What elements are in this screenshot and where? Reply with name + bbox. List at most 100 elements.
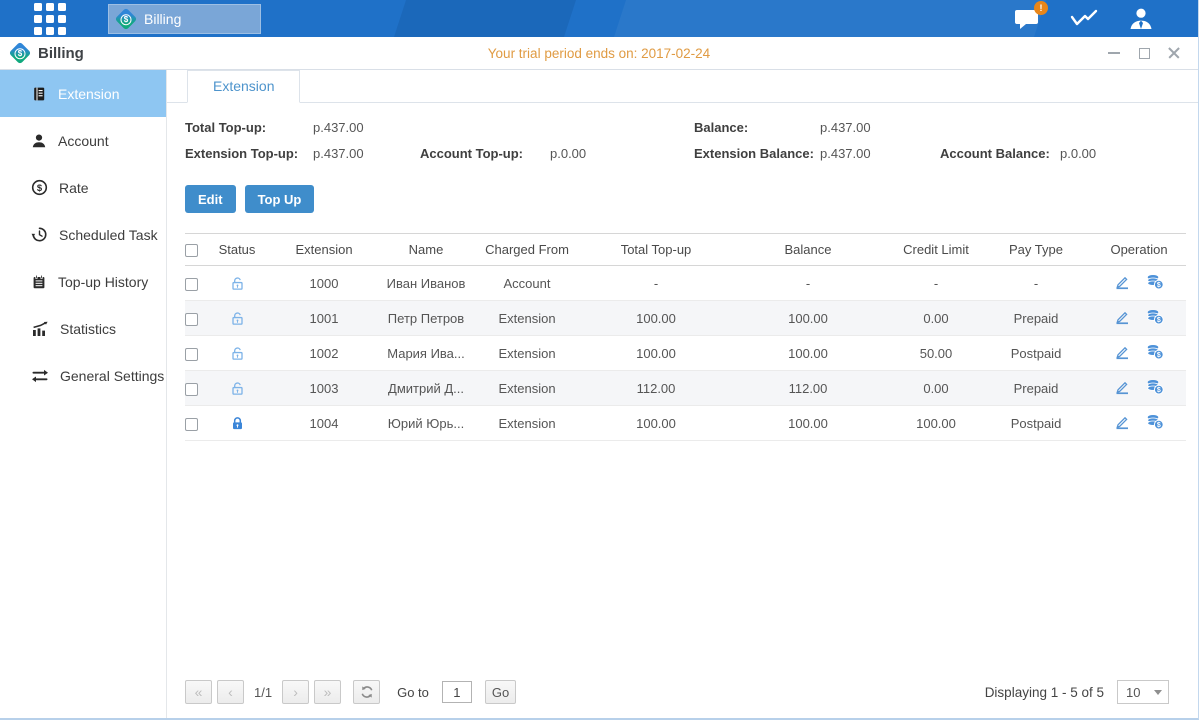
column-header-status: Status [212, 234, 262, 266]
messages-icon[interactable]: ! [1014, 7, 1040, 31]
sidebar-item-rate[interactable]: $ Rate [0, 164, 166, 211]
account-person-icon [31, 133, 47, 149]
sidebar-item-label: Extension [58, 86, 119, 102]
top-up-row-icon[interactable]: $ [1146, 309, 1164, 325]
main-content: Extension Total Top-up: p.437.00 Balance… [167, 70, 1198, 718]
close-button[interactable] [1166, 45, 1182, 61]
cell-charged-from: Extension [466, 336, 588, 371]
select-all-checkbox[interactable] [185, 244, 198, 257]
account-topup-value: p.0.00 [550, 146, 694, 161]
svg-text:$: $ [1157, 282, 1161, 289]
tab-strip: Extension [167, 70, 1198, 103]
edit-row-icon[interactable] [1114, 309, 1130, 325]
cell-charged-from: Extension [466, 406, 588, 441]
minimize-button[interactable] [1106, 45, 1122, 61]
cell-pay-type: Prepaid [980, 301, 1092, 336]
edit-row-icon[interactable] [1114, 414, 1130, 430]
top-up-row-icon[interactable]: $ [1146, 344, 1164, 360]
page-indicator: 1/1 [254, 685, 272, 700]
total-topup-label: Total Top-up: [185, 120, 313, 135]
sidebar-item-label: Account [58, 133, 109, 149]
cell-pay-type: Postpaid [980, 406, 1092, 441]
svg-text:$: $ [1157, 352, 1161, 359]
user-account-icon[interactable] [1128, 7, 1154, 31]
cell-credit-limit: 0.00 [892, 301, 980, 336]
row-checkbox[interactable] [185, 418, 198, 431]
status-lock-icon [230, 311, 245, 326]
row-checkbox[interactable] [185, 313, 198, 326]
top-up-button[interactable]: Top Up [245, 185, 315, 213]
chevron-down-icon [1154, 690, 1162, 695]
maximize-button[interactable] [1136, 45, 1152, 61]
cell-credit-limit: 100.00 [892, 406, 980, 441]
taskbar-tab-billing[interactable]: $ Billing [108, 4, 261, 34]
sidebar-item-general-settings[interactable]: General Settings [0, 352, 166, 399]
sidebar-item-label: Top-up History [58, 274, 148, 290]
cell-pay-type: Postpaid [980, 336, 1092, 371]
cell-extension: 1000 [262, 266, 386, 301]
scheduled-task-clock-icon [31, 226, 48, 243]
row-checkbox[interactable] [185, 383, 198, 396]
sidebar-item-scheduled-task[interactable]: Scheduled Task [0, 211, 166, 258]
sidebar-item-account[interactable]: Account [0, 117, 166, 164]
sidebar-item-topup-history[interactable]: Top-up History [0, 258, 166, 305]
svg-text:$: $ [1157, 422, 1161, 429]
prev-page-button[interactable]: ‹ [217, 680, 244, 704]
row-checkbox[interactable] [185, 278, 198, 291]
refresh-icon [360, 685, 374, 699]
cell-balance: 112.00 [724, 371, 892, 406]
account-balance-value: p.0.00 [1060, 146, 1198, 161]
next-page-button[interactable]: › [282, 680, 309, 704]
column-header-total-topup: Total Top-up [588, 234, 724, 266]
app-title: $ Billing [12, 45, 84, 62]
table-row: 1003 Дмитрий Д... Extension 112.00 112.0… [185, 371, 1186, 406]
sidebar-item-extension[interactable]: Extension [0, 70, 166, 117]
statistics-chart-icon [31, 321, 49, 337]
edit-row-icon[interactable] [1114, 344, 1130, 360]
balance-summary: Total Top-up: p.437.00 Balance: p.437.00… [167, 103, 1198, 161]
cell-extension: 1001 [262, 301, 386, 336]
statistics-chart-icon-top[interactable] [1070, 8, 1098, 30]
cell-total-topup: 100.00 [588, 336, 724, 371]
topup-history-calendar-icon [31, 274, 47, 290]
sidebar-item-label: General Settings [60, 368, 164, 384]
row-checkbox[interactable] [185, 348, 198, 361]
cell-name: Петр Петров [386, 301, 466, 336]
top-up-row-icon[interactable]: $ [1146, 274, 1164, 290]
top-up-row-icon[interactable]: $ [1146, 379, 1164, 395]
cell-total-topup: - [588, 266, 724, 301]
status-lock-icon [230, 416, 245, 431]
page-size-select[interactable]: 10 [1117, 680, 1169, 704]
goto-page-input[interactable] [442, 681, 472, 703]
edit-button[interactable]: Edit [185, 185, 236, 213]
sidebar-item-label: Scheduled Task [59, 227, 158, 243]
column-header-balance: Balance [724, 234, 892, 266]
cell-balance: 100.00 [724, 336, 892, 371]
status-lock-icon [230, 276, 245, 291]
cell-extension: 1003 [262, 371, 386, 406]
page-title: Billing [38, 45, 84, 62]
refresh-button[interactable] [353, 680, 380, 704]
column-header-charged-from: Charged From [466, 234, 588, 266]
sidebar-item-statistics[interactable]: Statistics [0, 305, 166, 352]
extension-balance-value: p.437.00 [820, 146, 940, 161]
edit-row-icon[interactable] [1114, 274, 1130, 290]
cell-credit-limit: - [892, 266, 980, 301]
sidebar-item-label: Statistics [60, 321, 116, 337]
first-page-button[interactable]: « [185, 680, 212, 704]
table-row: 1002 Мария Ива... Extension 100.00 100.0… [185, 336, 1186, 371]
cell-name: Иван Иванов [386, 266, 466, 301]
tab-extension[interactable]: Extension [187, 70, 300, 103]
cell-name: Дмитрий Д... [386, 371, 466, 406]
extension-book-icon [31, 86, 47, 102]
cell-credit-limit: 0.00 [892, 371, 980, 406]
cell-balance: 100.00 [724, 406, 892, 441]
table-row: 1004 Юрий Юрь... Extension 100.00 100.00… [185, 406, 1186, 441]
top-up-row-icon[interactable]: $ [1146, 414, 1164, 430]
go-button[interactable]: Go [485, 680, 516, 704]
billing-app-icon: $ [115, 7, 138, 30]
apps-grid-icon[interactable] [34, 3, 66, 35]
svg-text:$: $ [1157, 317, 1161, 324]
last-page-button[interactable]: » [314, 680, 341, 704]
edit-row-icon[interactable] [1114, 379, 1130, 395]
